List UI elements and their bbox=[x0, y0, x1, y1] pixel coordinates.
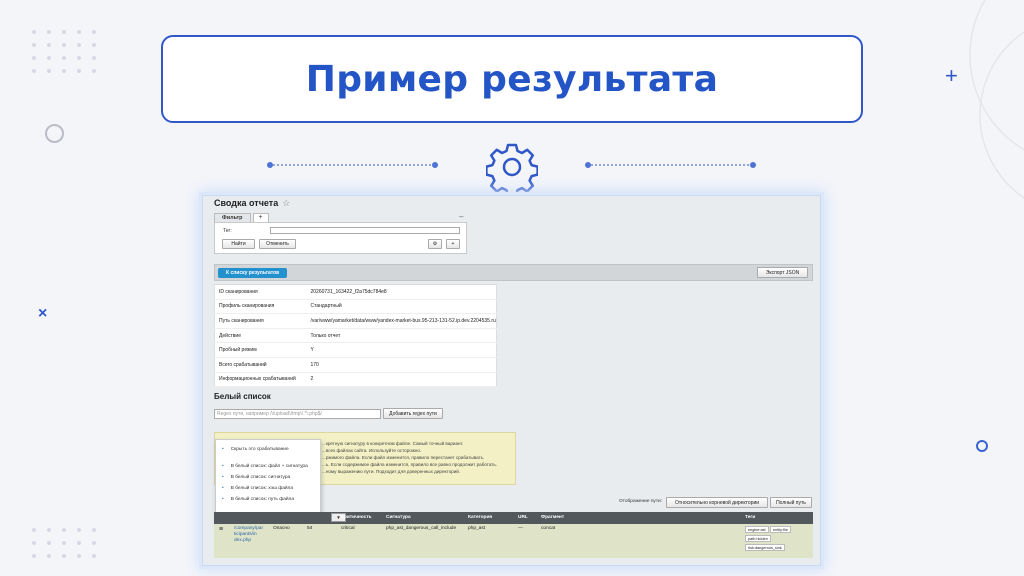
decorative-circle bbox=[45, 124, 64, 143]
report-screenshot: Сводка отчета ☆ Фильтр + – Тег: Найти Отм… bbox=[202, 195, 821, 566]
tag-label: Тег: bbox=[223, 228, 232, 234]
column-url[interactable]: URL bbox=[518, 515, 528, 520]
decorative-cross-icon: × bbox=[38, 305, 48, 322]
table-row[interactable]: ≡ /company/par ticipants/in dex.php Опас… bbox=[214, 524, 813, 558]
connector-right bbox=[585, 162, 756, 168]
report-toolbar: К списку результатов Экспорт JSON bbox=[214, 264, 813, 281]
menu-item-whitelist-file-signature[interactable]: • В белый список: файл + сигнатура bbox=[222, 464, 308, 469]
gear-icon bbox=[486, 143, 538, 193]
table-row: Профиль сканирования Стандартный bbox=[214, 299, 497, 315]
filter-panel: Тег: Найти Отменить ⚙ + bbox=[214, 222, 467, 254]
cancel-button[interactable]: Отменить bbox=[259, 239, 296, 249]
menu-item-whitelist-hash[interactable]: • В белый список: хэш файла bbox=[222, 486, 293, 491]
decorative-arcs bbox=[969, 0, 1024, 199]
file-path-line[interactable]: /company/par bbox=[234, 526, 263, 531]
collapse-filter-button[interactable]: – bbox=[459, 212, 463, 221]
column-category[interactable]: Категория bbox=[468, 515, 492, 520]
menu-item-whitelist-path[interactable]: • В белый список: путь файла bbox=[222, 497, 294, 502]
fragment-value: concat bbox=[541, 526, 556, 531]
scan-info-table: ID сканирования 20260731_163422_f2a75dc78… bbox=[214, 284, 497, 388]
column-tags[interactable]: Теги bbox=[745, 515, 755, 520]
table-row: Информационных срабатываний 2 bbox=[214, 372, 497, 388]
file-path-line[interactable]: ticipants/in bbox=[234, 532, 257, 537]
column-signature[interactable]: Сигнатура bbox=[386, 515, 411, 520]
report-heading: Сводка отчета ☆ bbox=[214, 198, 291, 208]
table-row: Действие Только отчет bbox=[214, 328, 497, 344]
score-value: 54 bbox=[307, 526, 313, 531]
tag-badge: risk:dangerous_sink bbox=[745, 544, 785, 551]
table-row: Всего срабатываний 170 bbox=[214, 357, 497, 373]
connector-left bbox=[267, 162, 438, 168]
filter-settings-icon[interactable]: ⚙ bbox=[428, 239, 442, 249]
whitelist-heading: Белый список bbox=[214, 392, 271, 401]
severity-value: critical bbox=[341, 526, 355, 531]
menu-item-hide[interactable]: • Скрыть это срабатывание bbox=[222, 447, 289, 452]
status-text: Опасно bbox=[273, 526, 290, 531]
relative-path-button[interactable]: Относительно корневой директории bbox=[666, 497, 768, 508]
file-path-line[interactable]: dex.php bbox=[234, 538, 251, 543]
decorative-ring bbox=[976, 440, 988, 452]
tag-badge: engine:ast bbox=[745, 526, 769, 533]
category-value: php_ast bbox=[468, 526, 486, 531]
row-menu-icon[interactable]: ≡ bbox=[219, 526, 223, 533]
decorative-dot-grid bbox=[32, 30, 98, 73]
results-table-header: ▾ Критичность Сигнатура Категория URL Фр… bbox=[214, 512, 813, 524]
column-fragment[interactable]: Фрагмент bbox=[541, 515, 564, 520]
table-row: ID сканирования 20260731_163422_f2a75dc78… bbox=[214, 284, 497, 300]
filter-add-icon[interactable]: + bbox=[446, 239, 460, 249]
tag-badge: entity:file bbox=[770, 526, 791, 533]
slide-title: Пример результата bbox=[305, 58, 719, 100]
menu-item-whitelist-signature[interactable]: • В белый список: сигнатура bbox=[222, 475, 290, 480]
full-path-button[interactable]: Полный путь bbox=[770, 497, 812, 508]
back-to-results-button[interactable]: К списку результатов bbox=[218, 268, 288, 278]
column-severity[interactable]: Критичность bbox=[341, 515, 372, 520]
table-row: Путь сканирования/var/www/yamarket/data/… bbox=[214, 313, 497, 329]
path-display-label: Отображение пути: bbox=[619, 499, 663, 504]
tag-badge: path:hidden bbox=[745, 535, 771, 542]
signature-value: php_ast_dangerous_call_include bbox=[386, 526, 457, 531]
add-regex-button[interactable]: Добавить regex пути bbox=[383, 408, 443, 419]
decorative-dot-grid-bottom bbox=[32, 528, 98, 558]
url-value: — bbox=[518, 526, 523, 531]
find-button[interactable]: Найти bbox=[222, 239, 255, 249]
slide-title-box: Пример результата bbox=[161, 35, 863, 123]
tag-input[interactable] bbox=[270, 227, 460, 234]
export-json-button[interactable]: Экспорт JSON bbox=[757, 267, 808, 278]
table-row: Пробный режим Y bbox=[214, 342, 497, 358]
whitelist-regex-input[interactable]: Regex пути, например /\/upload\/tmp\/.*\… bbox=[214, 409, 381, 419]
favorite-star-icon[interactable]: ☆ bbox=[282, 198, 290, 208]
